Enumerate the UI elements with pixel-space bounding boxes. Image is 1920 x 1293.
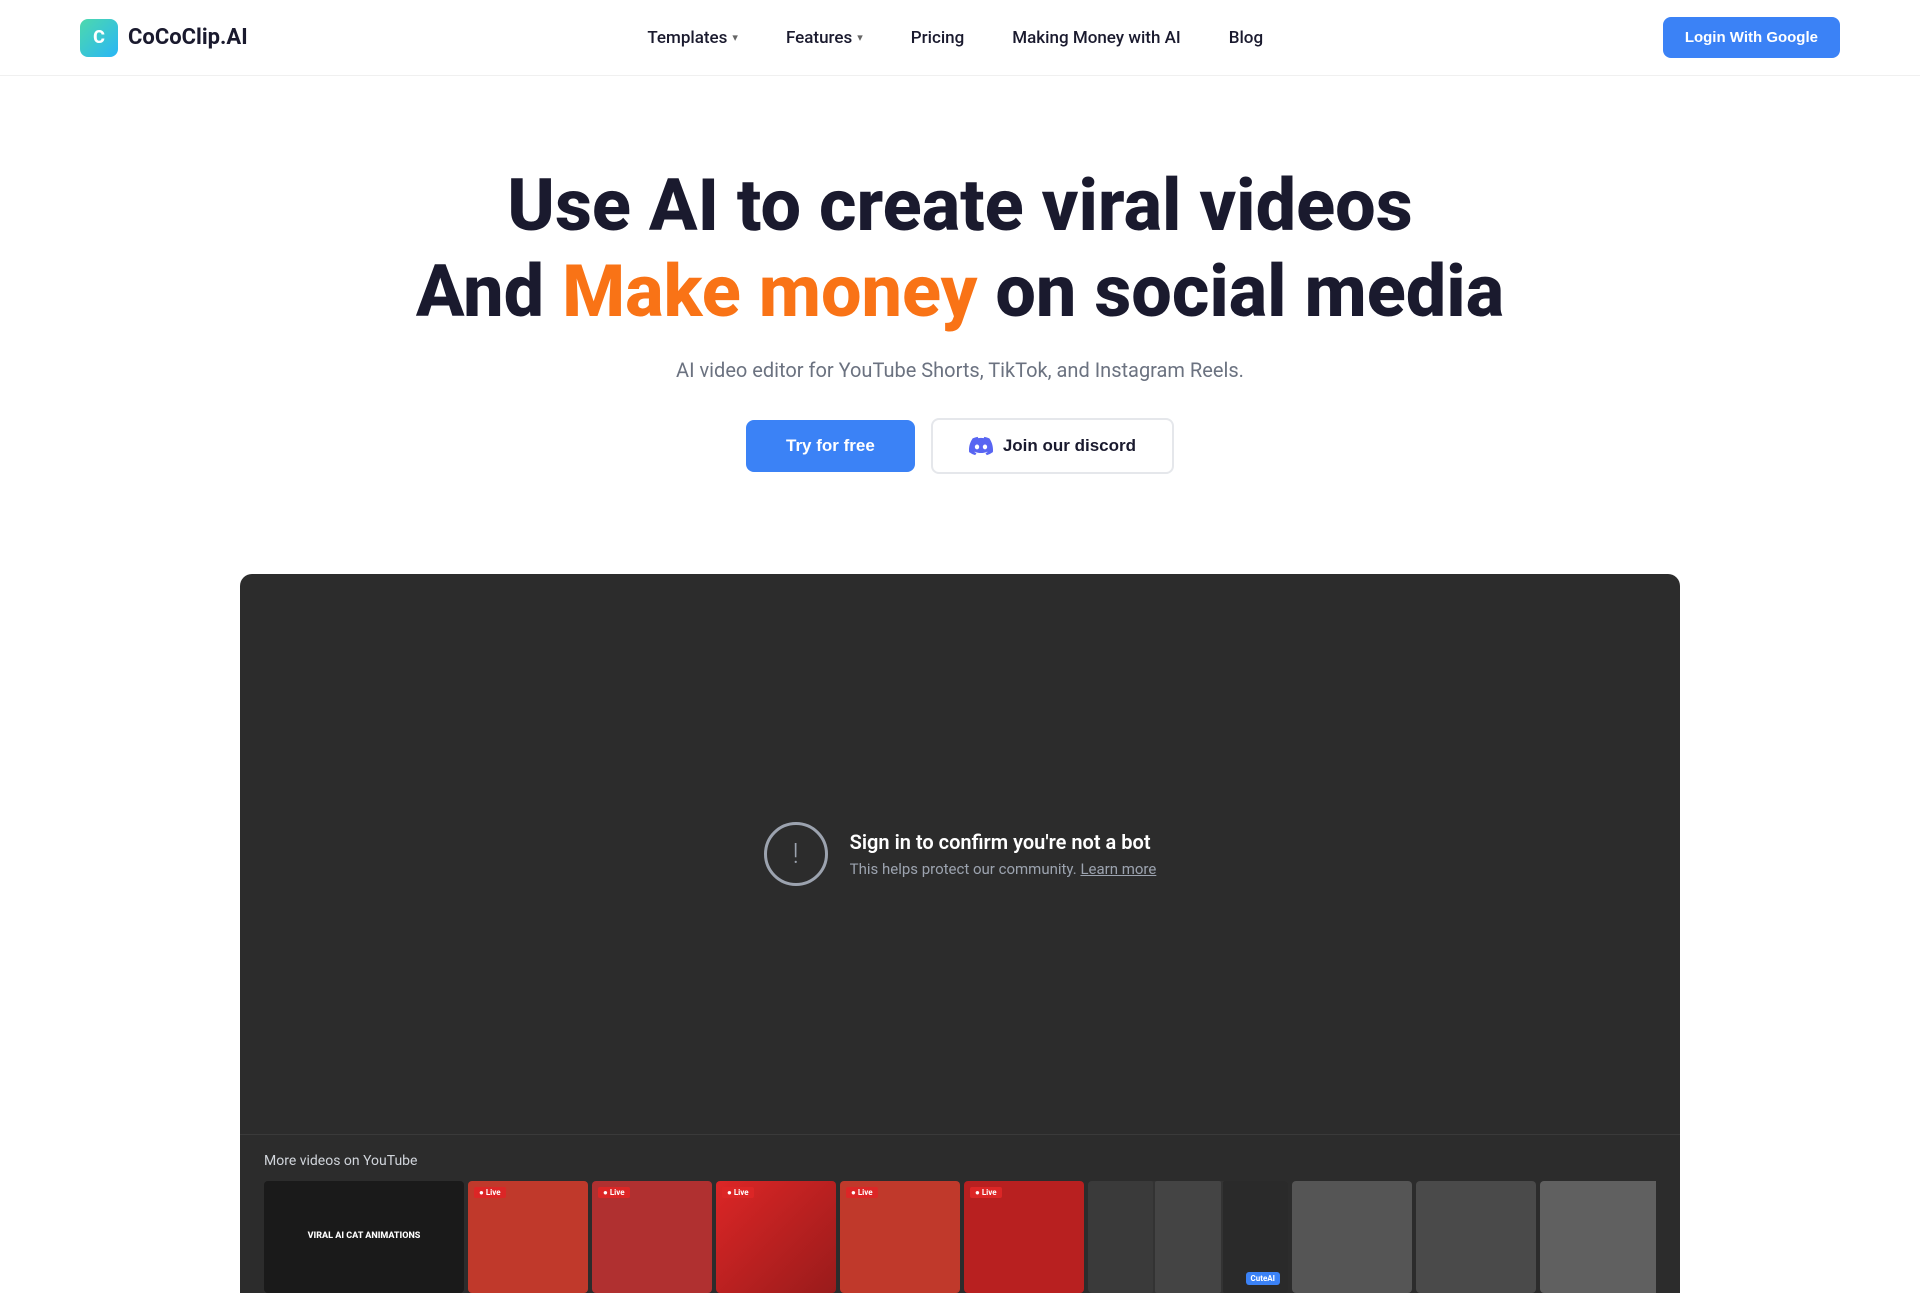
thumbnail-1[interactable]: VIRAL AI CAT ANIMATIONS: [264, 1181, 464, 1293]
bot-warning: ! Sign in to confirm you're not a bot Th…: [724, 762, 1197, 946]
hero-title-line1: Use AI to create viral videos: [40, 166, 1880, 245]
discord-button[interactable]: Join our discord: [931, 418, 1174, 474]
live-badge-3: ● Live: [598, 1187, 630, 1198]
nav-item-pricing[interactable]: Pricing: [911, 28, 965, 48]
thumbnail-6[interactable]: ● Live: [964, 1181, 1084, 1293]
thumbnail-9[interactable]: [1416, 1181, 1536, 1293]
hero-buttons: Try for free Join our discord: [40, 418, 1880, 474]
nav-links: Templates ▾ Features ▾ Pricing Making Mo…: [647, 28, 1263, 48]
chevron-down-icon: ▾: [732, 31, 738, 44]
bot-warning-text: This helps protect our community.: [850, 860, 1077, 878]
youtube-section: More videos on YouTube VIRAL AI CAT ANIM…: [240, 1134, 1680, 1293]
video-section: ! Sign in to confirm you're not a bot Th…: [240, 574, 1680, 1134]
chevron-down-icon: ▾: [857, 31, 863, 44]
thumbnail-10[interactable]: [1540, 1181, 1656, 1293]
nav-item-features[interactable]: Features ▾: [786, 28, 863, 48]
live-badge-4: ● Live: [722, 1187, 754, 1198]
logo-link[interactable]: C CoCoClip.AI: [80, 19, 248, 57]
hero-title: Use AI to create viral videos And Make m…: [40, 166, 1880, 336]
nav-item-blog[interactable]: Blog: [1229, 28, 1263, 48]
thumbnail-5[interactable]: ● Live: [840, 1181, 960, 1293]
warning-icon: !: [764, 822, 828, 886]
learn-more-link[interactable]: Learn more: [1080, 860, 1156, 878]
nav-item-making-money[interactable]: Making Money with AI: [1012, 28, 1180, 48]
bot-warning-title: Sign in to confirm you're not a bot: [850, 830, 1157, 854]
hero-highlight: Make money: [562, 249, 977, 334]
video-embed-area: ! Sign in to confirm you're not a bot Th…: [240, 574, 1680, 1134]
cute-ai-badge: CuteAI: [1246, 1272, 1280, 1285]
hero-title-line2: And Make money on social media: [40, 249, 1880, 335]
live-badge-2: ● Live: [474, 1187, 506, 1198]
thumbnail-7[interactable]: CuteAI: [1088, 1181, 1288, 1293]
thumbnail-2[interactable]: ● Live: [468, 1181, 588, 1293]
video-thumbnails: VIRAL AI CAT ANIMATIONS ● Live ● Live ● …: [264, 1181, 1656, 1293]
thumbnail-4[interactable]: ● Live: [716, 1181, 836, 1293]
brand-name: CoCoClip.AI: [128, 25, 248, 50]
more-videos-label: More videos on YouTube: [264, 1153, 1656, 1169]
nav-item-templates[interactable]: Templates ▾: [647, 28, 738, 48]
hero-subtitle: AI video editor for YouTube Shorts, TikT…: [40, 358, 1880, 382]
thumb-title-1: VIRAL AI CAT ANIMATIONS: [308, 1231, 421, 1242]
live-badge-6: ● Live: [970, 1187, 1002, 1198]
live-badge-5: ● Live: [846, 1187, 878, 1198]
thumbnail-8[interactable]: [1292, 1181, 1412, 1293]
discord-icon: [969, 434, 993, 458]
thumbnail-3[interactable]: ● Live: [592, 1181, 712, 1293]
try-free-button[interactable]: Try for free: [746, 420, 915, 472]
logo-icon: C: [80, 19, 118, 57]
hero-section: Use AI to create viral videos And Make m…: [0, 76, 1920, 534]
navbar: C CoCoClip.AI Templates ▾ Features ▾ Pri…: [0, 0, 1920, 76]
login-button[interactable]: Login With Google: [1663, 17, 1840, 58]
